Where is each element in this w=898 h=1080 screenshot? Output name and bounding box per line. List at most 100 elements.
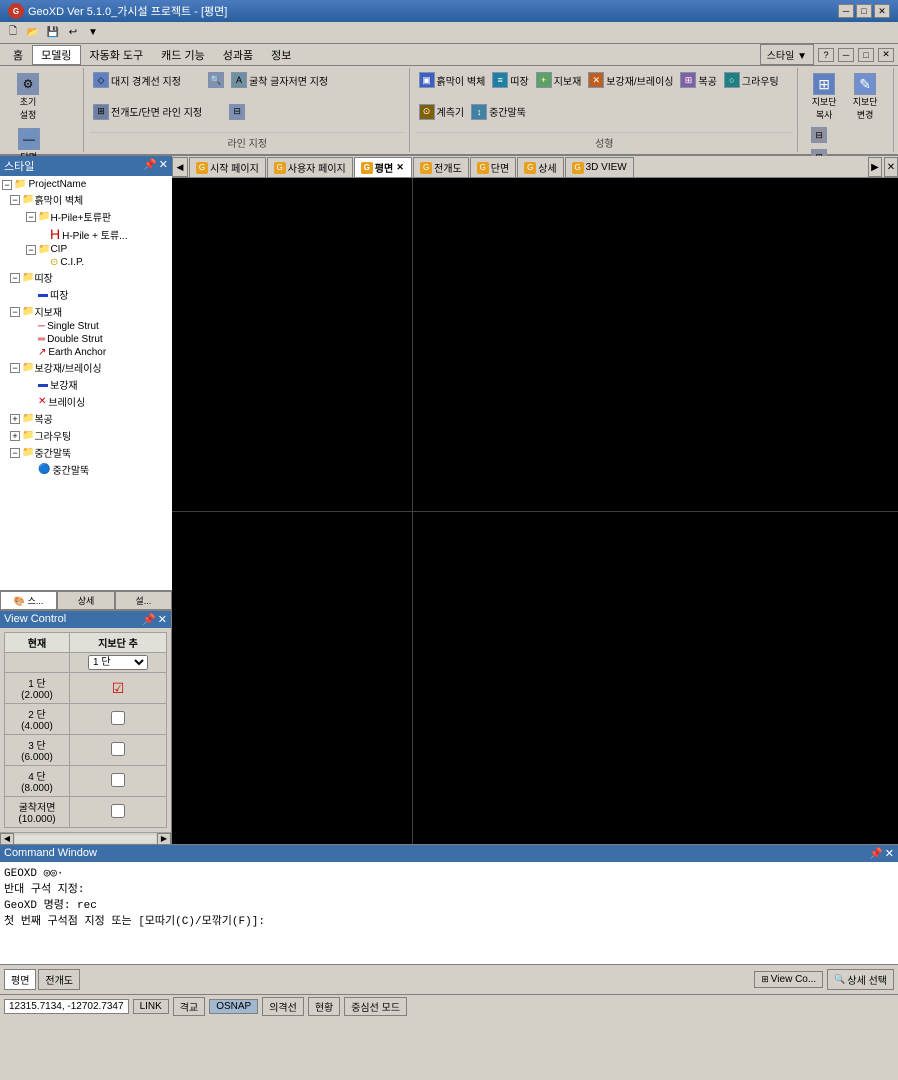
vc-check-4[interactable]: [70, 766, 167, 797]
sidebar-tab-detail[interactable]: 상세: [57, 591, 114, 610]
ribbon-btn-site-boundary[interactable]: ◇ 대지 경계선 지정: [90, 70, 184, 90]
title-bar-controls[interactable]: ─ □ ✕: [838, 4, 890, 18]
ribbon-btn-grouting[interactable]: ○ 그라우팅: [721, 70, 782, 90]
expand-decking[interactable]: +: [10, 414, 20, 424]
open-button[interactable]: 📂: [24, 24, 42, 42]
ribbon-btn-rebar[interactable]: ✕ 보강재/브레이싱: [585, 70, 676, 90]
expand-wall[interactable]: −: [10, 195, 20, 205]
view-control-close[interactable]: ✕: [158, 613, 167, 626]
tab-nav-right[interactable]: ▶: [868, 157, 882, 177]
sidebar-tab-style[interactable]: 🎨 스...: [0, 591, 57, 610]
style-panel-close[interactable]: ✕: [159, 158, 168, 174]
tree-item-single-strut[interactable]: ─ Single Strut: [2, 320, 170, 333]
tree-item-wale[interactable]: ▬ 띠장: [2, 286, 170, 303]
menu-automation[interactable]: 자동화 도구: [81, 45, 153, 65]
ribbon-btn-change-stage[interactable]: ✎ 지보단변경: [845, 70, 885, 124]
tree-item-wale-group[interactable]: − 📁 띠장: [2, 269, 170, 286]
minimize-button[interactable]: ─: [838, 4, 854, 18]
cmd-pin[interactable]: 📌: [869, 847, 883, 860]
tree-item-rebar[interactable]: ▬ 보강재: [2, 376, 170, 393]
ribbon-btn-strut[interactable]: + 지보재: [533, 70, 585, 90]
style-panel-pin[interactable]: 📌: [143, 158, 157, 174]
scroll-track[interactable]: [15, 835, 156, 843]
expand-grouting[interactable]: +: [10, 431, 20, 441]
status-btn-osnap[interactable]: OSNAP: [209, 999, 258, 1014]
ribbon-btn-extra1[interactable]: ⊟: [808, 125, 830, 145]
bottom-tab-plan[interactable]: 평면: [4, 969, 36, 990]
tab-plan[interactable]: G 평면 ✕: [354, 157, 412, 177]
expand-root[interactable]: −: [2, 180, 12, 190]
ribbon-btn-excavation-text[interactable]: A 굴착 글자저면 지정: [228, 70, 331, 90]
tab-detail[interactable]: G 상세: [517, 157, 563, 177]
tree-item-bracing[interactable]: ✕ 브레이싱: [2, 393, 170, 410]
ribbon-max-button[interactable]: □: [858, 48, 874, 62]
tab-layout[interactable]: G 전개도: [413, 157, 469, 177]
status-btn-ortho[interactable]: 의격선: [262, 997, 304, 1016]
vc-check-3[interactable]: [70, 735, 167, 766]
tree-item-hpile[interactable]: H H-Pile + 토류...: [2, 225, 170, 243]
tab-close-plan[interactable]: ✕: [395, 163, 405, 173]
tree-item-rebar-group[interactable]: − 📁 보강재/브레이싱: [2, 359, 170, 376]
cmd-close[interactable]: ✕: [885, 847, 894, 860]
tree-item-root[interactable]: − 📁 ProjectName: [2, 178, 170, 191]
status-btn-center[interactable]: 중심선 모드: [344, 997, 407, 1016]
menu-home[interactable]: 홈: [4, 45, 32, 65]
tab-section[interactable]: G 단면: [470, 157, 516, 177]
view-control-pin[interactable]: 📌: [142, 613, 156, 626]
ribbon-btn-wall[interactable]: ▣ 흙막이 벽체: [416, 70, 489, 90]
ribbon-btn-decking[interactable]: ⊞ 복공: [677, 70, 719, 90]
close-button[interactable]: ✕: [874, 4, 890, 18]
menu-modeling[interactable]: 모델링: [32, 45, 80, 65]
tree-item-inter-pile-group[interactable]: − 📁 중간말뚝: [2, 444, 170, 461]
tree-item-inter-pile[interactable]: 🔵 중간말뚝: [2, 461, 170, 478]
expand-wale[interactable]: −: [10, 273, 20, 283]
ribbon-btn-initial-settings[interactable]: ⚙ 초기설정: [8, 70, 48, 124]
scroll-right-btn[interactable]: ▶: [157, 833, 171, 845]
save-button[interactable]: 💾: [44, 24, 62, 42]
vc-check-1[interactable]: ☑: [70, 673, 167, 704]
menu-info[interactable]: 정보: [262, 45, 300, 65]
tree-item-grouting-group[interactable]: + 📁 그라우팅: [2, 427, 170, 444]
help-button[interactable]: ?: [818, 48, 834, 62]
ribbon-min-button[interactable]: ─: [838, 48, 854, 62]
tree-item-earth-anchor[interactable]: ↗ Earth Anchor: [2, 346, 170, 359]
dropdown-arrow[interactable]: ▼: [88, 27, 98, 38]
drawing-canvas[interactable]: [172, 178, 898, 844]
tab-nav-left[interactable]: ◀: [172, 157, 188, 177]
expand-cip[interactable]: −: [26, 245, 36, 255]
vc-check-ground[interactable]: [70, 797, 167, 828]
expand-rebar[interactable]: −: [10, 363, 20, 373]
status-btn-grid[interactable]: 격교: [173, 997, 205, 1016]
expand-inter-pile[interactable]: −: [10, 448, 20, 458]
bottom-detail-select-btn[interactable]: 🔍 상세 선택: [827, 969, 894, 990]
style-dropdown[interactable]: 스타일 ▼: [760, 44, 814, 65]
tab-start-page[interactable]: G 시작 페이지: [189, 157, 266, 177]
tree-item-double-strut[interactable]: ═ Double Strut: [2, 333, 170, 346]
tree-item-cip[interactable]: ⊙ C.I.P.: [2, 256, 170, 269]
tab-user-page[interactable]: G 사용자 페이지: [267, 157, 353, 177]
status-btn-polar[interactable]: 현황: [308, 997, 340, 1016]
bottom-tab-layout[interactable]: 전개도: [38, 969, 80, 990]
tab-3dview[interactable]: G 3D VIEW: [565, 157, 634, 177]
menu-cad[interactable]: 캐드 기능: [152, 45, 214, 65]
expand-strut[interactable]: −: [10, 307, 20, 317]
ribbon-btn-layout-line-extra[interactable]: ⊟: [226, 102, 248, 122]
tree-item-strut-group[interactable]: − 📁 지보재: [2, 303, 170, 320]
ribbon-btn-intermediate-pile[interactable]: ↕ 중간말뚝: [468, 102, 529, 122]
expand-hpile[interactable]: −: [26, 212, 36, 222]
ribbon-btn-instrument[interactable]: ⊙ 계측기: [416, 102, 468, 122]
tree-item-cip-group[interactable]: − 📁 CIP: [2, 243, 170, 256]
vc-current-select[interactable]: 1 단: [88, 655, 148, 670]
undo-button[interactable]: ↩: [64, 24, 82, 42]
vc-check-2[interactable]: [70, 704, 167, 735]
ribbon-btn-layout-line[interactable]: ⊞ 전개도/단면 라인 지정: [90, 102, 205, 122]
menu-products[interactable]: 성과품: [214, 45, 262, 65]
tree-item-wall[interactable]: − 📁 흙막이 벽체: [2, 191, 170, 208]
ribbon-btn-search[interactable]: 🔍: [205, 70, 227, 90]
ribbon-btn-wale[interactable]: ≡ 띠장: [489, 70, 531, 90]
sidebar-scrollbar-h[interactable]: ◀ ▶: [0, 832, 171, 844]
tree-item-hpile-group[interactable]: − 📁 H-Pile+토류판: [2, 208, 170, 225]
bottom-view-control-btn[interactable]: ⊞ View Co...: [754, 971, 823, 988]
tab-close-all[interactable]: ✕: [884, 157, 898, 177]
sidebar-tab-settings[interactable]: 설...: [115, 591, 172, 610]
